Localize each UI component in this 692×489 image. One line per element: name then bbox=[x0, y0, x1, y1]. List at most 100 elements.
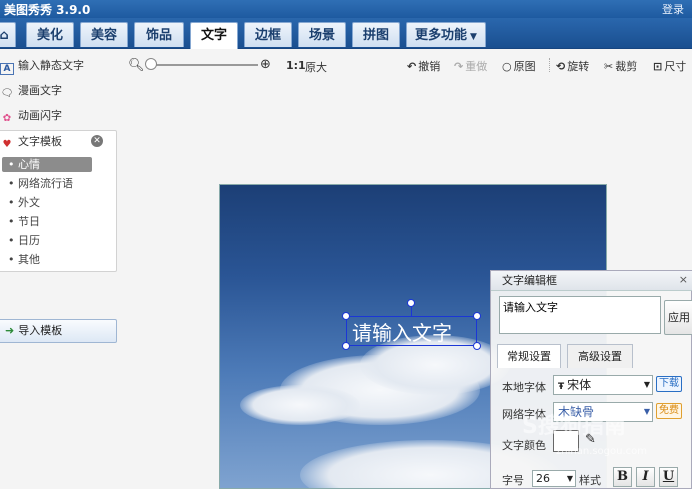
tab-accessories[interactable]: 饰品 bbox=[134, 22, 184, 47]
resize-label: 尺寸 bbox=[664, 60, 687, 73]
category-label: 节日 bbox=[18, 215, 40, 228]
import-icon: ➜ bbox=[5, 324, 15, 337]
redo-label: 重做 bbox=[465, 60, 488, 73]
tab-more-features[interactable]: 更多功能 ▼ bbox=[406, 22, 486, 47]
heart-icon: ♥ bbox=[2, 139, 12, 150]
tab-beautify[interactable]: 美化 bbox=[26, 22, 74, 47]
tab-scene[interactable]: 场景 bbox=[298, 22, 346, 47]
template-header-label: 文字模板 bbox=[18, 135, 62, 148]
dialog-title[interactable]: 文字编辑框 bbox=[491, 271, 692, 291]
resize-handle-top-right[interactable] bbox=[473, 312, 481, 320]
free-badge[interactable]: 免费 bbox=[656, 403, 682, 419]
undo-label: 撤销 bbox=[418, 60, 441, 73]
zoom-in-icon[interactable]: ⊕ bbox=[260, 57, 271, 72]
cloud bbox=[240, 385, 360, 425]
resize-button[interactable]: ⊡ 尺寸 bbox=[653, 58, 686, 74]
redo-icon: ↷ bbox=[454, 60, 464, 73]
flash-icon: ✿ bbox=[2, 113, 12, 124]
rotate-handle-line bbox=[411, 307, 412, 316]
original-size-button[interactable]: 原大 bbox=[305, 59, 327, 75]
category-foreign[interactable]: • 外文 bbox=[8, 195, 40, 210]
crop-button[interactable]: ✂ 裁剪 bbox=[604, 58, 637, 74]
bold-button[interactable]: B bbox=[613, 467, 632, 487]
rotate-handle[interactable] bbox=[407, 299, 415, 307]
local-font-value: 宋体 bbox=[567, 378, 592, 392]
resize-handle-bottom-right[interactable] bbox=[473, 342, 481, 350]
underline-button[interactable]: U bbox=[659, 467, 678, 487]
chevron-down-icon: ▼ bbox=[566, 474, 573, 483]
font-size-select[interactable]: 26 ▼ bbox=[532, 470, 576, 487]
sidebar-item-comic-text[interactable]: 🗨︎ 漫画文字 bbox=[0, 82, 62, 100]
login-link[interactable]: 登录 bbox=[662, 1, 684, 17]
style-label: 样式 bbox=[579, 474, 601, 487]
tab-collage[interactable]: 拼图 bbox=[352, 22, 400, 47]
apply-button[interactable]: 应用 bbox=[664, 300, 692, 335]
app-title: 美图秀秀 3.9.0 bbox=[4, 3, 91, 17]
zoom-slider-thumb[interactable] bbox=[145, 58, 157, 70]
text-a-icon: A bbox=[0, 63, 14, 75]
category-mood[interactable]: • 心情 bbox=[2, 157, 92, 172]
main-tab-bar: ⌂ 美化 美容 饰品 文字 边框 场景 拼图 更多功能 ▼ bbox=[0, 18, 692, 49]
resize-handle-bottom-left[interactable] bbox=[342, 342, 350, 350]
sidebar-item-animated-text[interactable]: ✿ 动画闪字 bbox=[0, 107, 62, 125]
canvas-text[interactable]: 请输入文字 bbox=[352, 317, 452, 346]
title-bar: 美图秀秀 3.9.0 登录 bbox=[0, 0, 692, 18]
chevron-down-icon: ▼ bbox=[643, 380, 650, 389]
tab-beauty[interactable]: 美容 bbox=[80, 22, 128, 47]
toolbar-divider bbox=[549, 58, 550, 72]
tab-advanced-settings[interactable]: 高级设置 bbox=[567, 344, 633, 368]
chevron-down-icon: ▼ bbox=[643, 407, 650, 416]
tab-basic-settings[interactable]: 常规设置 bbox=[497, 344, 561, 368]
import-label: 导入模板 bbox=[18, 324, 63, 337]
font-size-value: 26 bbox=[536, 472, 550, 485]
sidebar-item-label: 漫画文字 bbox=[18, 84, 62, 97]
category-label: 其他 bbox=[18, 253, 40, 266]
category-calendar[interactable]: • 日历 bbox=[8, 233, 40, 248]
zoom-slider-track[interactable] bbox=[148, 64, 258, 66]
category-label: 外文 bbox=[18, 196, 40, 209]
category-internet-slang[interactable]: • 网络流行语 bbox=[8, 176, 73, 191]
font-size-label: 字号 bbox=[502, 474, 524, 487]
tab-text[interactable]: 文字 bbox=[190, 22, 238, 49]
category-other[interactable]: • 其他 bbox=[8, 252, 40, 267]
tab-border[interactable]: 边框 bbox=[244, 22, 292, 47]
speech-bubble-icon: 🗨︎ bbox=[0, 88, 14, 99]
font-icon: Ŧ bbox=[558, 382, 565, 392]
more-features-label: 更多功能 bbox=[415, 28, 468, 43]
original-label: 原图 bbox=[513, 60, 536, 73]
italic-button[interactable]: I bbox=[636, 467, 655, 487]
rotate-icon: ⟲ bbox=[556, 60, 566, 73]
resize-icon: ⊡ bbox=[653, 60, 663, 73]
sidebar-item-label: 输入静态文字 bbox=[18, 59, 84, 72]
import-template-button[interactable]: ➜ 导入模板 bbox=[0, 319, 117, 343]
local-font-select[interactable]: Ŧ 宋体 ▼ bbox=[553, 375, 653, 395]
resize-handle-top-left[interactable] bbox=[342, 312, 350, 320]
rotate-label: 旋转 bbox=[567, 60, 590, 73]
category-holiday[interactable]: • 节日 bbox=[8, 214, 40, 229]
home-icon: ⌂ bbox=[0, 28, 9, 43]
local-font-label: 本地字体 bbox=[502, 381, 546, 394]
chevron-down-icon: ▼ bbox=[470, 32, 477, 42]
category-label: 网络流行语 bbox=[18, 177, 73, 190]
crop-label: 裁剪 bbox=[615, 60, 638, 73]
zoom-out-icon[interactable]: 🔍︎ bbox=[128, 58, 145, 73]
sidebar-item-static-text[interactable]: A 输入静态文字 bbox=[0, 57, 84, 75]
redo-button[interactable]: ↷ 重做 bbox=[454, 58, 487, 74]
sidebar-item-label: 动画闪字 bbox=[18, 109, 62, 122]
home-tab[interactable]: ⌂ bbox=[0, 22, 16, 47]
category-label: 心情 bbox=[18, 158, 40, 171]
rotate-button[interactable]: ⟲ 旋转 bbox=[556, 58, 589, 74]
watermark-url: zhinan.sogou.com bbox=[556, 446, 648, 457]
undo-button[interactable]: ↶ 撤销 bbox=[407, 58, 440, 74]
watermark-logo: S搜狗指南 bbox=[522, 414, 626, 439]
text-input[interactable]: 请输入文字 bbox=[499, 296, 661, 334]
zoom-ratio: 1:1 bbox=[286, 59, 306, 72]
collapse-icon[interactable]: ✕ bbox=[91, 135, 103, 147]
scissors-icon: ✂ bbox=[604, 60, 614, 73]
original-image-button[interactable]: ○ 原图 bbox=[502, 58, 536, 74]
close-icon[interactable]: × bbox=[679, 273, 688, 286]
undo-icon: ↶ bbox=[407, 60, 417, 73]
template-header[interactable]: ♥ 文字模板 bbox=[0, 133, 62, 151]
download-badge[interactable]: 下载 bbox=[656, 376, 682, 392]
circle-icon: ○ bbox=[502, 60, 512, 73]
